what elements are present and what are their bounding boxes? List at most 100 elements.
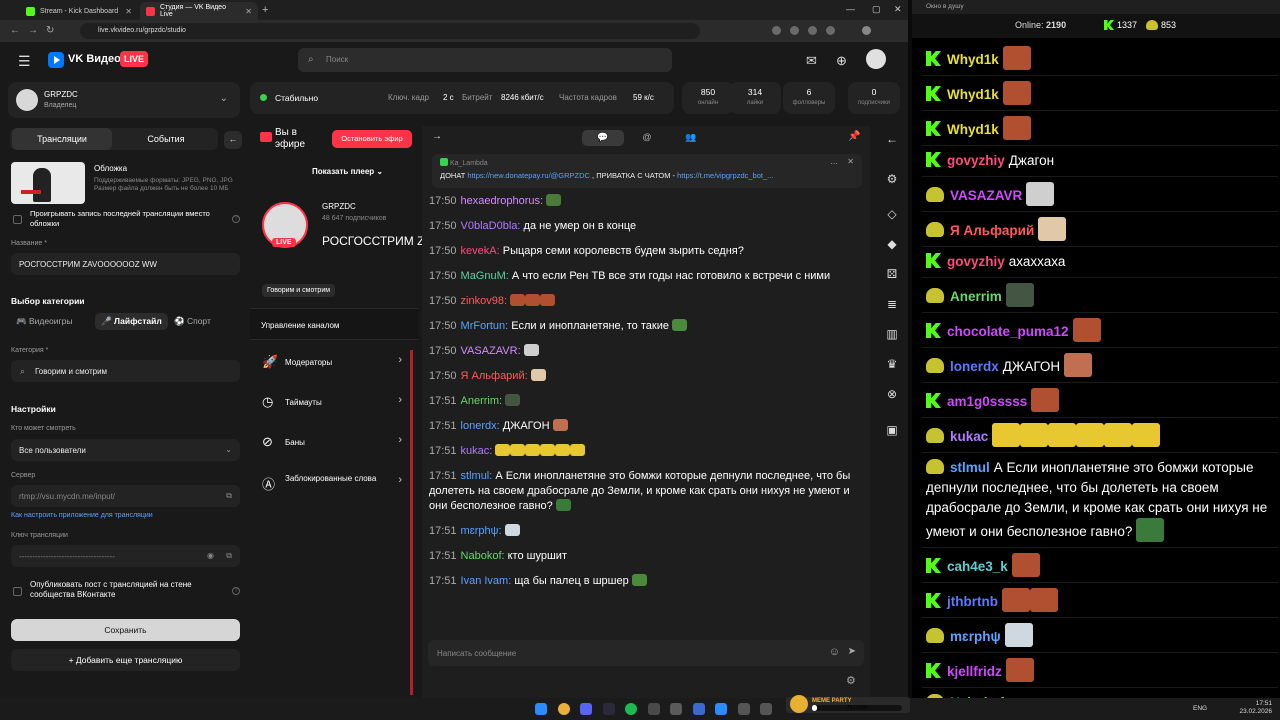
- close-tab-icon[interactable]: ✕: [125, 7, 132, 16]
- channel-selector[interactable]: GRPZDC Владелец ⌄: [8, 82, 240, 118]
- search-input[interactable]: ⌕ Поиск: [298, 48, 672, 72]
- link-icon[interactable]: ⊗: [885, 387, 899, 401]
- app-icon[interactable]: [738, 703, 750, 715]
- howto-link[interactable]: Как настроить приложение для трансляции: [11, 512, 153, 519]
- publish-checkbox[interactable]: [13, 587, 22, 596]
- message-author[interactable]: mɛrphψ:: [461, 525, 502, 537]
- back-icon[interactable]: ←: [885, 132, 899, 146]
- eye-icon[interactable]: ◉: [207, 551, 214, 560]
- help-icon[interactable]: ?: [232, 587, 240, 595]
- collapse-icon[interactable]: ←: [224, 131, 242, 149]
- chat-input[interactable]: Написать сообщение ☺ ➤: [428, 640, 864, 666]
- more-icon[interactable]: …: [830, 157, 838, 166]
- message-author[interactable]: MrFortun:: [461, 320, 509, 332]
- avatar[interactable]: [866, 49, 886, 69]
- message-author[interactable]: MaGnuM:: [461, 270, 509, 282]
- message-author[interactable]: stlmul:: [461, 470, 493, 482]
- gem-icon[interactable]: ◆: [885, 237, 899, 251]
- message-author[interactable]: Nabokof:: [461, 550, 505, 562]
- forward-icon[interactable]: →: [28, 25, 38, 36]
- message-author[interactable]: zinkov98:: [461, 295, 507, 307]
- media-icon[interactable]: ▣: [885, 423, 899, 437]
- close-icon[interactable]: ✕: [847, 157, 854, 166]
- tab-mentions[interactable]: @: [626, 130, 668, 146]
- gear-icon[interactable]: ⚙: [846, 674, 856, 687]
- close-window-icon[interactable]: ✕: [894, 4, 902, 15]
- tab-users[interactable]: 👥: [670, 130, 712, 146]
- send-icon[interactable]: ➤: [848, 646, 856, 657]
- message-author[interactable]: VASAZAVR:: [461, 345, 521, 357]
- app-icon[interactable]: [670, 703, 682, 715]
- tab-kick[interactable]: Stream - Kick Dashboard ✕: [20, 2, 138, 20]
- maximize-icon[interactable]: ▢: [872, 4, 881, 15]
- add-icon[interactable]: ⊕: [836, 53, 847, 69]
- cover-thumbnail[interactable]: [11, 162, 85, 204]
- close-tab-icon[interactable]: ✕: [245, 7, 252, 16]
- donate-link[interactable]: https://new.donatepay.ru/@GRPZDC: [467, 171, 590, 180]
- minimize-icon[interactable]: —: [846, 4, 855, 14]
- server-input[interactable]: rtmp://vsu.mycdn.me/input/ ⧉: [11, 485, 240, 507]
- tab-events[interactable]: События: [116, 128, 216, 150]
- menu-moderators[interactable]: 🚀 Модераторы ›: [250, 342, 410, 382]
- steam-icon[interactable]: [603, 703, 615, 715]
- diamond-icon[interactable]: ◇: [885, 207, 899, 221]
- gear-icon[interactable]: ⚙: [885, 172, 899, 186]
- clock[interactable]: 17:51 23.02.2026: [1239, 700, 1272, 716]
- message-author[interactable]: Я Альфарий:: [461, 370, 528, 382]
- help-icon[interactable]: ?: [232, 215, 240, 223]
- telegram-link[interactable]: https://t.me/vipgrpzdc_bot_...: [677, 171, 773, 180]
- chrome-icon[interactable]: [558, 703, 570, 715]
- extension-icon[interactable]: [826, 26, 835, 35]
- profile-icon[interactable]: [862, 26, 871, 35]
- stream-key-input[interactable]: ------------------------------------ ◉ ⧉: [11, 545, 240, 567]
- copy-icon[interactable]: ⧉: [226, 551, 232, 561]
- url-input[interactable]: live.vkvideo.ru/grpzdc/studio: [80, 23, 700, 39]
- message-author[interactable]: lonerdx:: [461, 420, 500, 432]
- message-author[interactable]: hexaedrophorus:: [461, 195, 544, 207]
- reload-icon[interactable]: ↻: [46, 25, 54, 36]
- chart-icon[interactable]: ▥: [885, 327, 899, 341]
- category-input[interactable]: ⌕ Говорим и смотрим: [11, 360, 240, 382]
- telegram-icon[interactable]: [715, 703, 727, 715]
- who-select[interactable]: Все пользователи ⌄: [11, 439, 240, 461]
- message-author[interactable]: kevekA:: [461, 245, 500, 257]
- new-tab-icon[interactable]: +: [262, 4, 268, 16]
- emoji-icon[interactable]: ☺: [829, 646, 840, 658]
- spotify-icon[interactable]: [625, 703, 637, 715]
- vk-video-logo-icon[interactable]: [48, 52, 64, 68]
- message-author[interactable]: Anerrim:: [461, 395, 503, 407]
- copy-icon[interactable]: ⧉: [226, 491, 232, 501]
- add-stream-button[interactable]: + Добавить еще трансляцию: [11, 649, 240, 671]
- title-input[interactable]: РОСГОССТРИМ ZAVOOOOOOZ WW: [11, 253, 240, 275]
- message-author[interactable]: Ivan Ivam:: [461, 575, 512, 587]
- discord-icon[interactable]: [580, 703, 592, 715]
- message-author[interactable]: kukac:: [461, 445, 493, 457]
- pin-icon[interactable]: 📌: [848, 131, 860, 142]
- extension-icon[interactable]: [808, 26, 817, 35]
- back-icon[interactable]: ←: [10, 25, 20, 36]
- app-icon[interactable]: [760, 703, 772, 715]
- expand-icon[interactable]: →: [432, 131, 442, 142]
- tab-lifestyle[interactable]: 🎤 Лайфстайл: [95, 313, 168, 330]
- dice-icon[interactable]: ⚄: [885, 267, 899, 281]
- extension-icon[interactable]: [772, 26, 781, 35]
- tab-chat[interactable]: 💬: [582, 130, 624, 146]
- record-checkbox[interactable]: [13, 215, 22, 224]
- language-indicator[interactable]: ENG: [1193, 705, 1207, 712]
- message-author[interactable]: V0blaD0bla:: [461, 220, 521, 232]
- extension-icon[interactable]: [790, 26, 799, 35]
- menu-timeouts[interactable]: ◷ Таймауты ›: [250, 382, 410, 422]
- tab-sport[interactable]: ⚽ Спорт: [174, 316, 211, 327]
- menu-icon[interactable]: ☰: [18, 53, 31, 70]
- menu-bans[interactable]: ⊘ Баны ›: [250, 422, 410, 462]
- tab-games[interactable]: 🎮 Видеоигры: [16, 316, 72, 327]
- vk-video-logo-text[interactable]: VK Видео: [68, 53, 121, 65]
- notifications-icon[interactable]: ✉: [806, 53, 817, 69]
- start-icon[interactable]: [535, 703, 547, 715]
- app-icon[interactable]: [648, 703, 660, 715]
- save-button[interactable]: Сохранить: [11, 619, 240, 641]
- tab-vk-studio[interactable]: Студия — VK Видео Live ✕: [140, 2, 258, 20]
- trophy-icon[interactable]: ♛: [885, 357, 899, 371]
- menu-blocked-words[interactable]: Ⓐ Заблокированные слова ›: [250, 462, 410, 502]
- app-icon[interactable]: [693, 703, 705, 715]
